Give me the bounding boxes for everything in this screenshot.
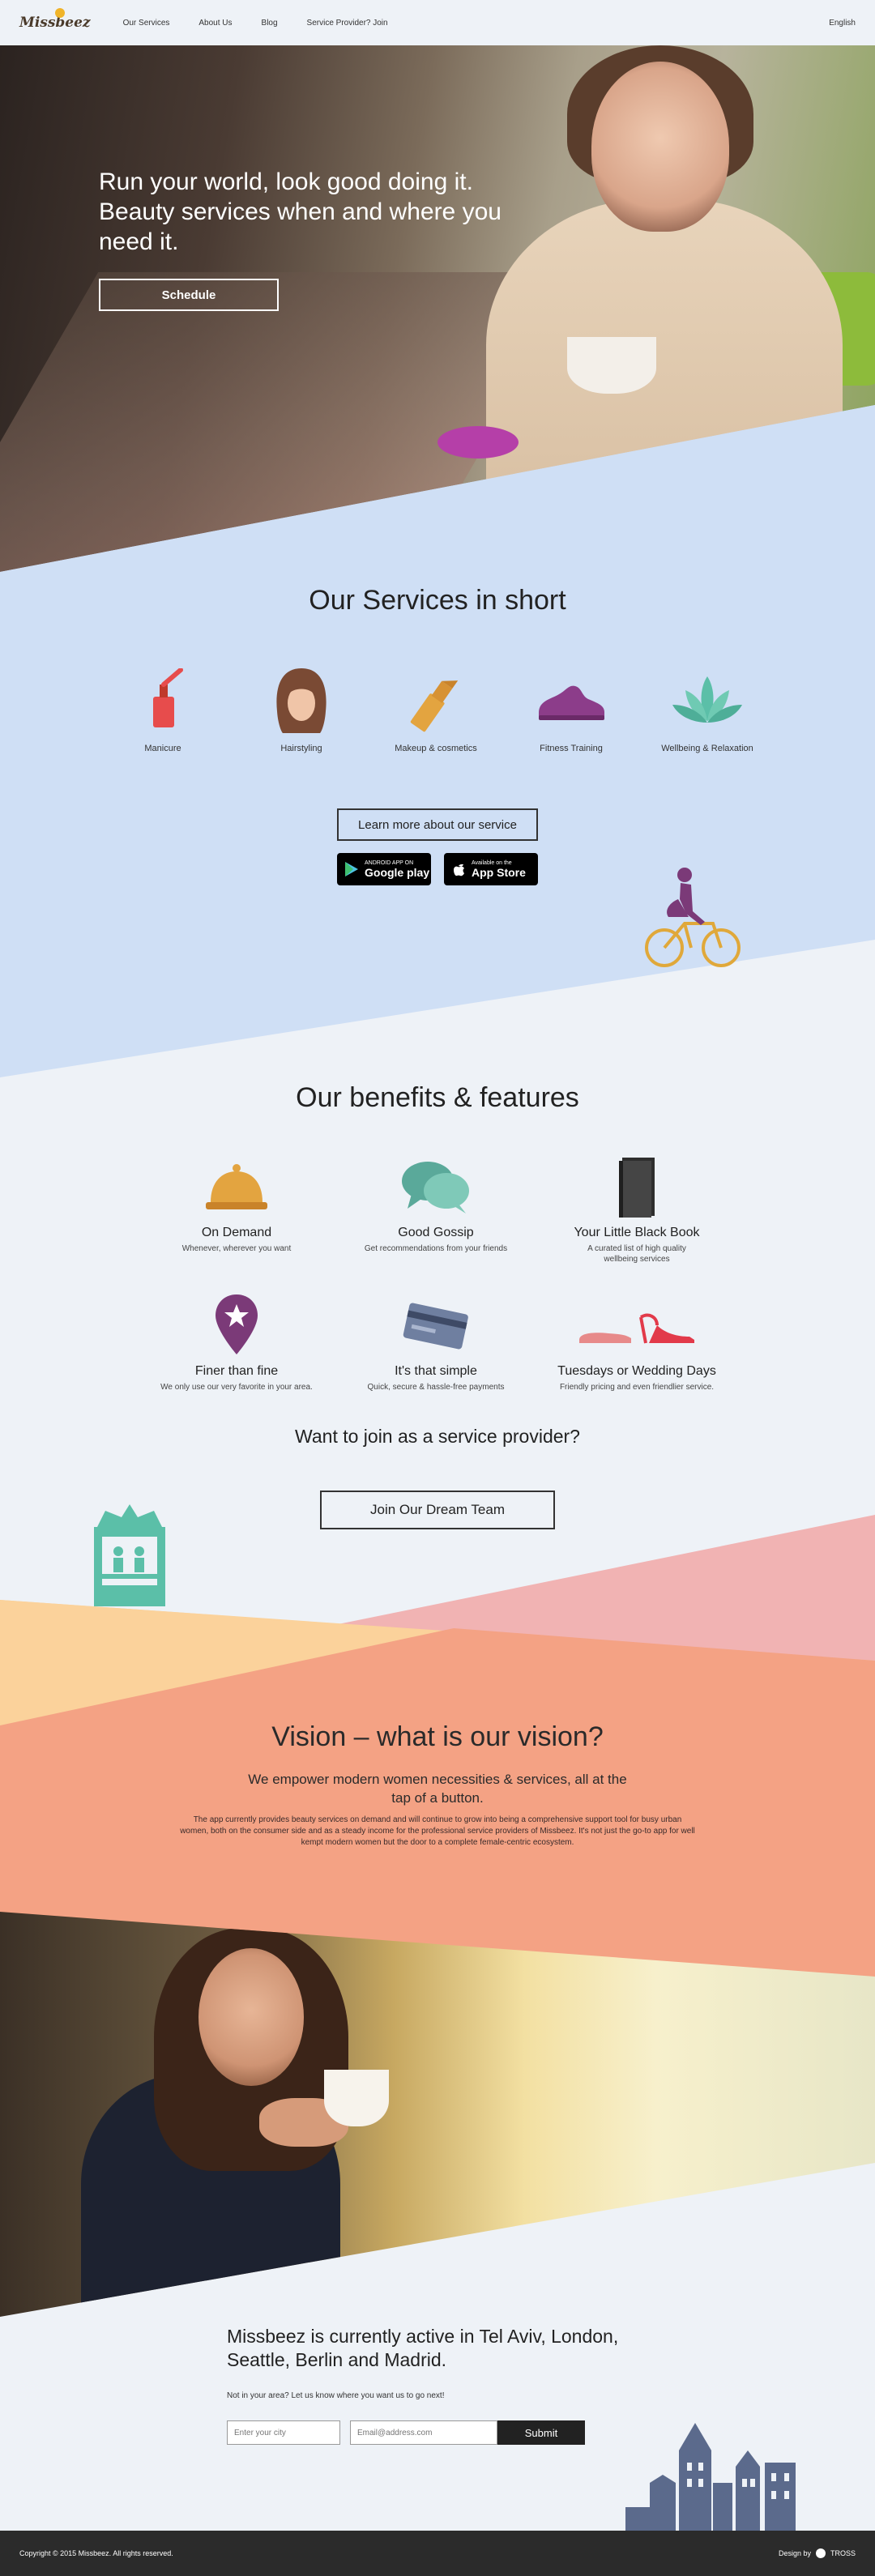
google-play-icon — [345, 862, 358, 876]
designer-name: TROSS — [830, 2549, 856, 2557]
service-makeup[interactable]: Makeup & cosmetics — [375, 664, 497, 753]
nav-link-service-provider-join[interactable]: Service Provider? Join — [307, 19, 388, 28]
nav-link-about-us[interactable]: About Us — [198, 19, 232, 28]
bee-icon — [55, 8, 65, 18]
city-skyline-illustration — [625, 2423, 796, 2531]
apple-icon — [454, 864, 464, 876]
black-book-icon — [596, 1154, 677, 1219]
learn-more-button[interactable]: Learn more about our service — [337, 808, 538, 841]
vision-title: Vision – what is our vision? — [271, 1721, 604, 1752]
benefit-black-book: Your Little Black Book A curated list of… — [540, 1154, 734, 1265]
photo-woman-face — [198, 1948, 304, 2086]
benefit-title: Tuesdays or Wedding Days — [557, 1364, 716, 1378]
lotus-icon — [671, 664, 744, 737]
benefit-simple: It's that simple Quick, secure & hassle-… — [339, 1293, 533, 1392]
hair-icon — [265, 664, 338, 737]
benefit-description: Quick, secure & hassle-free payments — [367, 1383, 505, 1392]
benefit-title: On Demand — [201, 1226, 272, 1239]
language-selector[interactable]: English — [829, 19, 856, 28]
benefit-description: Get recommendations from your friends — [364, 1244, 508, 1253]
logo-text: Missbeez — [19, 15, 91, 31]
market-stall-illustration — [94, 1504, 165, 1606]
service-manicure[interactable]: Manicure — [102, 664, 224, 753]
vision-body: The app currently provides beauty servic… — [180, 1815, 695, 1847]
photo-cup — [324, 2070, 389, 2126]
app-store-button[interactable]: Available on the App Store — [444, 853, 538, 885]
benefit-title: Finer than fine — [194, 1364, 279, 1378]
submit-button[interactable]: Submit — [497, 2420, 585, 2445]
nail-polish-icon — [126, 664, 199, 737]
design-by-label: Design by — [778, 2549, 811, 2557]
benefit-description: We only use our very favorite in your ar… — [160, 1383, 313, 1392]
service-label: Makeup & cosmetics — [395, 744, 477, 753]
benefit-on-demand: On Demand Whenever, wherever you want — [139, 1154, 334, 1254]
google-play-small-text: ANDROID APP ON — [365, 859, 414, 866]
map-pin-star-icon — [196, 1293, 277, 1358]
email-input[interactable] — [350, 2420, 497, 2445]
service-bell-icon — [196, 1154, 277, 1219]
benefit-tuesdays: Tuesdays or Wedding Days Friendly pricin… — [540, 1293, 734, 1392]
top-nav: Missbeez Our Services About Us Blog Serv… — [0, 0, 875, 45]
copyright-text: Copyright © 2015 Missbeez. All rights re… — [19, 2549, 173, 2557]
service-hairstyling[interactable]: Hairstyling — [241, 664, 362, 753]
service-wellbeing[interactable]: Wellbeing & Relaxation — [647, 664, 768, 753]
join-dream-team-button[interactable]: Join Our Dream Team — [320, 1491, 555, 1529]
footer: Copyright © 2015 Missbeez. All rights re… — [0, 2531, 875, 2576]
speech-bubbles-icon — [395, 1154, 476, 1219]
services-title: Our Services in short — [309, 585, 566, 616]
service-label: Wellbeing & Relaxation — [661, 744, 753, 753]
benefit-title: Your Little Black Book — [574, 1226, 700, 1239]
credit-card-icon — [395, 1293, 476, 1358]
join-question: Want to join as a service provider? — [295, 1426, 580, 1447]
design-credit[interactable]: Design by TROSS — [779, 2548, 856, 2558]
service-fitness[interactable]: Fitness Training — [510, 664, 632, 753]
benefit-finer-than-fine: Finer than fine We only use our very fav… — [139, 1293, 334, 1392]
logo[interactable]: Missbeez — [19, 8, 91, 31]
google-play-big-text: Google play — [365, 865, 430, 879]
sneaker-icon — [535, 664, 608, 737]
active-cities-subtitle: Not in your area? Let us know where you … — [227, 2391, 445, 2400]
benefit-good-gossip: Good Gossip Get recommendations from you… — [339, 1154, 533, 1254]
service-label: Fitness Training — [540, 744, 603, 753]
active-cities-title: Missbeez is currently active in Tel Aviv… — [227, 2326, 619, 2370]
service-label: Manicure — [144, 744, 181, 753]
benefit-title: It's that simple — [395, 1364, 477, 1378]
hero-slant — [0, 405, 875, 572]
nav-link-blog[interactable]: Blog — [262, 19, 278, 28]
benefit-title: Good Gossip — [398, 1226, 474, 1239]
benefit-description: Friendly pricing and even friendlier ser… — [559, 1383, 715, 1392]
cyclist-illustration — [645, 868, 741, 967]
app-store-big-text: App Store — [472, 865, 526, 879]
app-store-small-text: Available on the — [472, 859, 512, 866]
tross-logo-icon — [815, 2548, 826, 2558]
service-label: Hairstyling — [280, 744, 322, 753]
benefit-description: Whenever, wherever you want — [181, 1244, 292, 1253]
nav-link-our-services[interactable]: Our Services — [123, 19, 170, 28]
lipstick-icon — [399, 664, 472, 737]
benefit-description: A curated list of high quality wellbeing… — [587, 1244, 686, 1264]
benefits-title: Our benefits & features — [296, 1082, 579, 1113]
city-input[interactable] — [227, 2420, 340, 2445]
vision-subtitle: We empower modern women necessities & se… — [248, 1772, 627, 1806]
google-play-button[interactable]: ANDROID APP ON Google play — [337, 853, 431, 885]
shoes-icon — [576, 1293, 698, 1358]
